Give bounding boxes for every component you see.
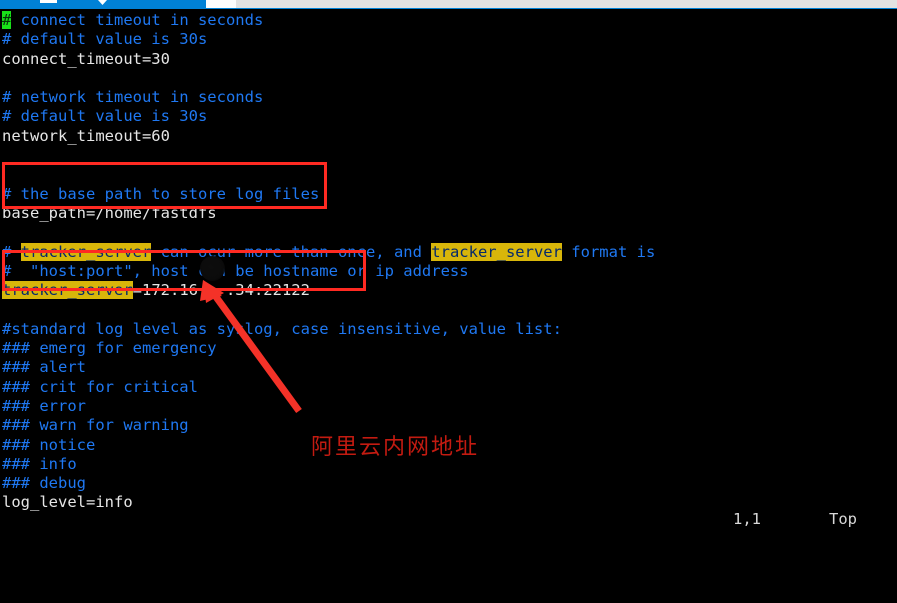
search-highlight: tracker_server xyxy=(2,281,133,300)
terminal-window[interactable]: # connect timeout in seconds # default va… xyxy=(0,9,897,542)
comment-text: # xyxy=(2,242,21,261)
minimize-icon[interactable] xyxy=(40,0,57,3)
code-line: # network timeout in seconds xyxy=(2,88,655,107)
comment-text: #standard log level as syslog, case inse… xyxy=(2,319,562,338)
comment-text: ### error xyxy=(2,396,86,415)
vim-status-line: 1,1 Top xyxy=(0,507,897,531)
code-line: # default value is 30s xyxy=(2,30,655,49)
obscured-ip-octet xyxy=(200,256,225,281)
config-value-text: =172.16. .34:22122 xyxy=(132,281,310,300)
text-cursor: # xyxy=(2,11,12,29)
comment-text: ### notice xyxy=(2,435,96,454)
comment-text: # default value is 30s xyxy=(2,107,208,126)
comment-text: ### debug xyxy=(2,474,86,493)
cursor-position: 1,1 xyxy=(733,510,761,528)
config-value-text: connect_timeout=30 xyxy=(2,49,170,68)
comment-text: # the base path to store log files xyxy=(2,184,320,203)
comment-text: ### alert xyxy=(2,358,86,377)
code-line: # connect timeout in seconds xyxy=(2,11,655,30)
search-highlight: tracker_server xyxy=(20,242,152,261)
annotation-label-chinese: 阿里云内网地址 xyxy=(311,435,480,460)
comment-text: # "host:port", host can be hostname or i… xyxy=(2,261,469,280)
scroll-indicator: Top xyxy=(829,510,857,528)
code-line: tracker_server=172.16. .34:22122 xyxy=(2,281,655,300)
config-value-text: network_timeout=60 xyxy=(2,126,170,145)
search-highlight: tracker_server xyxy=(431,242,562,261)
comment-text: connect timeout in seconds xyxy=(11,11,264,29)
code-line: ### emerg for emergency xyxy=(2,339,655,358)
code-line: # default value is 30s xyxy=(2,107,655,126)
comment-text: ### warn for warning xyxy=(2,416,189,435)
comment-text: # network timeout in seconds xyxy=(2,88,264,107)
config-value-text: base_path=/home/fastdfs xyxy=(2,203,217,222)
code-line: # the base path to store log files xyxy=(2,185,655,204)
code-line: ### alert xyxy=(2,358,655,377)
code-line: ### debug xyxy=(2,474,655,493)
code-line: connect_timeout=30 xyxy=(2,50,655,69)
window-titlebar xyxy=(0,0,897,9)
comment-text: ### emerg for emergency xyxy=(2,339,217,358)
code-line: #standard log level as syslog, case inse… xyxy=(2,320,655,339)
code-line: base_path=/home/fastdfs xyxy=(2,204,655,223)
code-line: ### warn for warning xyxy=(2,416,655,435)
code-line: ### crit for critical xyxy=(2,378,655,397)
code-line: ### error xyxy=(2,397,655,416)
code-line: # "host:port", host can be hostname or i… xyxy=(2,262,655,281)
code-line: # tracker_server can ocur more than once… xyxy=(2,242,656,262)
titlebar-empty-area xyxy=(236,0,897,8)
comment-text: format is xyxy=(561,242,656,261)
comment-text: ### info xyxy=(2,454,77,473)
comment-text: # default value is 30s xyxy=(2,30,208,49)
tab-new-button[interactable] xyxy=(206,0,236,8)
comment-text: can ocur more than once, and xyxy=(151,242,432,261)
code-line: network_timeout=60 xyxy=(2,127,655,146)
comment-text: ### crit for critical xyxy=(2,377,198,396)
